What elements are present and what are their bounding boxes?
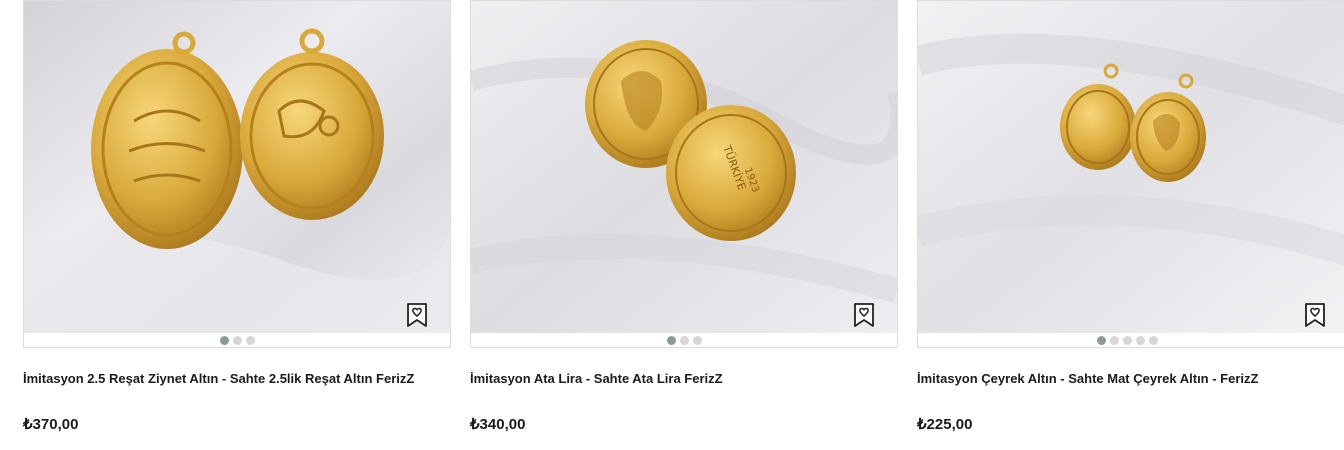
product-title[interactable]: İmitasyon Ata Lira - Sahte Ata Lira Feri… bbox=[470, 371, 910, 386]
favorite-button[interactable] bbox=[1304, 302, 1326, 328]
image-carousel-dots bbox=[24, 333, 450, 347]
product-photo-ata-coin[interactable]: TÜRKİYE 1923 bbox=[471, 1, 897, 333]
product-image-frame[interactable] bbox=[23, 0, 451, 348]
product-card[interactable]: TÜRKİYE 1923 İmitasyon Ata Lira - Sahte … bbox=[470, 0, 898, 450]
image-carousel-dots bbox=[918, 333, 1344, 347]
carousel-dot[interactable] bbox=[245, 335, 255, 345]
product-price: ₺225,00 bbox=[917, 416, 973, 433]
product-title[interactable]: İmitasyon Çeyrek Altın - Sahte Mat Çeyre… bbox=[917, 371, 1344, 386]
carousel-dot[interactable] bbox=[679, 335, 689, 345]
product-price: ₺370,00 bbox=[23, 416, 79, 433]
product-photo-resat-coin[interactable] bbox=[24, 1, 450, 333]
carousel-dot[interactable] bbox=[692, 335, 702, 345]
carousel-dot[interactable] bbox=[219, 335, 229, 345]
carousel-dot[interactable] bbox=[1149, 335, 1158, 345]
product-card[interactable]: İmitasyon 2.5 Reşat Ziynet Altın - Sahte… bbox=[23, 0, 451, 450]
image-carousel-dots bbox=[471, 333, 897, 347]
product-image-frame[interactable]: TÜRKİYE 1923 bbox=[470, 0, 898, 348]
product-image-frame[interactable] bbox=[917, 0, 1344, 348]
carousel-dot[interactable] bbox=[666, 335, 676, 345]
carousel-dot[interactable] bbox=[1136, 335, 1145, 345]
carousel-dot[interactable] bbox=[1097, 335, 1106, 345]
favorite-button[interactable] bbox=[853, 302, 875, 328]
carousel-dot[interactable] bbox=[1110, 335, 1119, 345]
product-photo-ceyrek-coin[interactable] bbox=[918, 1, 1344, 333]
carousel-dot[interactable] bbox=[232, 335, 242, 345]
product-title[interactable]: İmitasyon 2.5 Reşat Ziynet Altın - Sahte… bbox=[23, 371, 463, 386]
bookmark-heart-icon bbox=[407, 303, 427, 327]
bookmark-heart-icon bbox=[854, 303, 874, 327]
favorite-button[interactable] bbox=[406, 302, 428, 328]
product-card[interactable]: İmitasyon Çeyrek Altın - Sahte Mat Çeyre… bbox=[917, 0, 1344, 450]
bookmark-heart-icon bbox=[1305, 303, 1325, 327]
carousel-dot[interactable] bbox=[1123, 335, 1132, 345]
product-grid: İmitasyon 2.5 Reşat Ziynet Altın - Sahte… bbox=[0, 0, 1344, 450]
product-price: ₺340,00 bbox=[470, 416, 526, 433]
